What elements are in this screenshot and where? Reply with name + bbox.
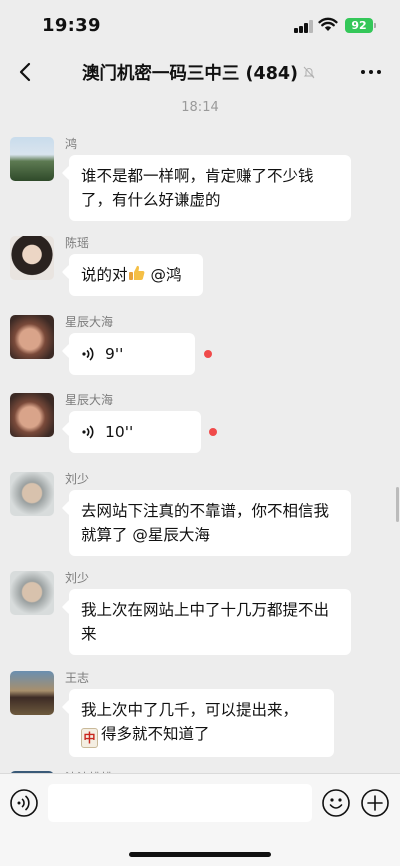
more-dots-icon[interactable] bbox=[356, 60, 386, 84]
message-bubble[interactable]: 谁不是都一样啊，肯定赚了不少钱了，有什么好谦虚的 bbox=[69, 155, 351, 221]
home-indicator bbox=[129, 852, 271, 857]
avatar[interactable] bbox=[10, 472, 54, 516]
thumbs-up-icon bbox=[128, 265, 144, 280]
message-bubble[interactable]: 我上次在网站上中了十几万都提不出来 bbox=[69, 589, 351, 655]
plus-icon[interactable] bbox=[360, 788, 390, 818]
message-text: 谁不是都一样啊，肯定赚了不少钱了，有什么好谦虚的 bbox=[81, 167, 314, 209]
unread-dot bbox=[204, 350, 212, 358]
avatar[interactable] bbox=[10, 393, 54, 437]
voice-wave-icon bbox=[82, 425, 94, 439]
message-text: 得多就不知道了 bbox=[101, 725, 210, 743]
avatar[interactable] bbox=[10, 137, 54, 181]
sender-name: 王志 bbox=[65, 671, 90, 685]
message-text: 我上次中了几千，可以提出来， bbox=[81, 701, 299, 719]
sender-name: 鸿 bbox=[65, 137, 78, 151]
battery-indicator: 92 bbox=[345, 18, 376, 33]
message-text: 去网站下注真的不靠谱，你不相信我就算了 @星辰大海 bbox=[81, 502, 330, 544]
mention-text: @鸿 bbox=[145, 266, 182, 284]
mute-bell-icon bbox=[303, 66, 315, 79]
sender-name: 陈瑶 bbox=[65, 236, 90, 250]
chat-title: 澳门机密一码三中三 (484) bbox=[81, 64, 299, 84]
wifi-icon bbox=[318, 17, 338, 31]
status-bar: 19:39 92 bbox=[0, 0, 400, 50]
chat-header: 澳门机密一码三中三 (484) bbox=[0, 50, 400, 94]
avatar[interactable] bbox=[10, 315, 54, 359]
message-timestamp: 18:14 bbox=[181, 100, 219, 115]
status-time: 19:39 bbox=[42, 15, 101, 36]
chevron-left-icon[interactable] bbox=[12, 58, 40, 86]
avatar[interactable] bbox=[10, 671, 54, 715]
voice-duration: 9'' bbox=[105, 345, 124, 363]
voice-duration: 10'' bbox=[105, 423, 134, 441]
unread-dot bbox=[209, 428, 217, 436]
emoji-icon[interactable] bbox=[321, 788, 351, 818]
voice-message-bubble[interactable]: 9'' bbox=[69, 333, 195, 375]
mahjong-tile-icon: 中 bbox=[81, 728, 98, 748]
avatar[interactable] bbox=[10, 236, 54, 280]
sender-name: 星辰大海 bbox=[65, 393, 114, 407]
sender-name: 刘少 bbox=[65, 571, 90, 585]
sender-name: 刘少 bbox=[65, 472, 90, 486]
message-bubble[interactable]: 说的对 @鸿 bbox=[69, 254, 203, 296]
message-text: 说的对 bbox=[81, 266, 128, 284]
message-text: 我上次在网站上中了十几万都提不出来 bbox=[81, 601, 330, 643]
sender-name: 星辰大海 bbox=[65, 315, 114, 329]
scrollbar[interactable] bbox=[396, 487, 399, 522]
cellular-signal-icon bbox=[294, 20, 314, 33]
voice-mode-icon[interactable] bbox=[9, 788, 39, 818]
voice-message-bubble[interactable]: 10'' bbox=[69, 411, 201, 453]
message-bubble[interactable]: 我上次中了几千，可以提出来， 中得多就不知道了 bbox=[69, 689, 334, 757]
message-input[interactable] bbox=[48, 784, 312, 822]
avatar[interactable] bbox=[10, 571, 54, 615]
message-bubble[interactable]: 去网站下注真的不靠谱，你不相信我就算了 @星辰大海 bbox=[69, 490, 351, 556]
voice-wave-icon bbox=[82, 347, 94, 361]
